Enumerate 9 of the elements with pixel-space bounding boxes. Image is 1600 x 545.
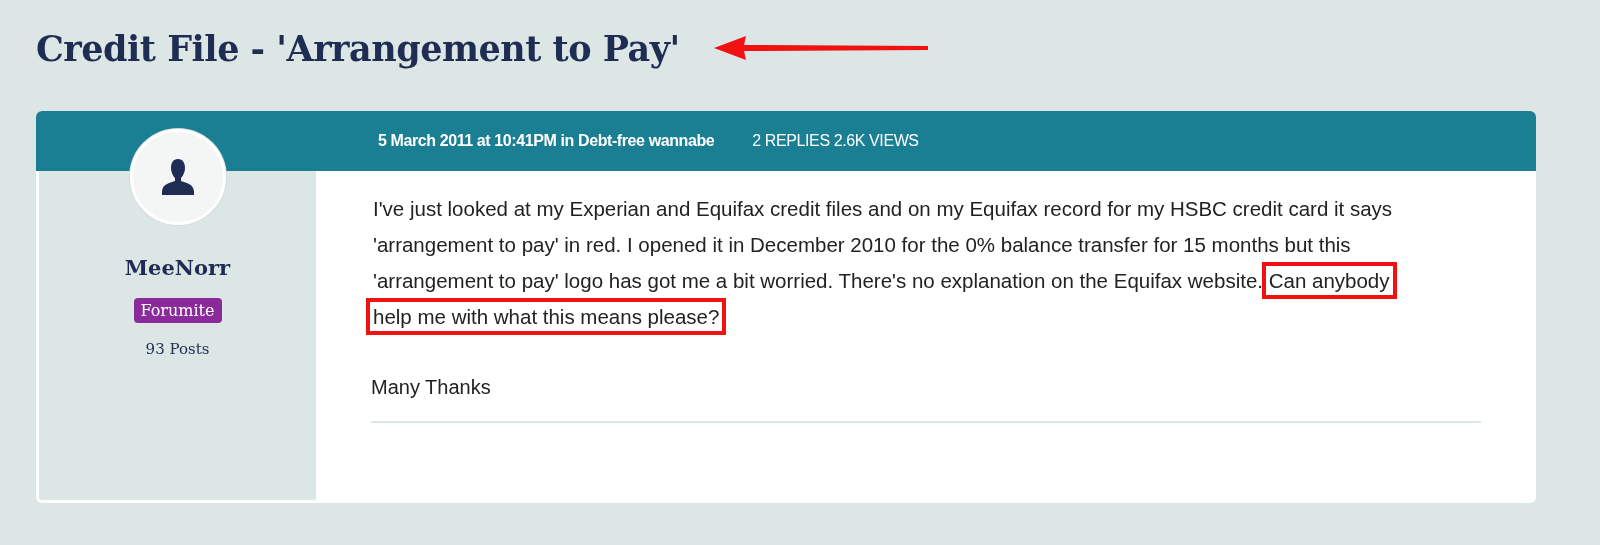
post-date: 5 March 2011 at 10:41PM in Debt-free wannabe bbox=[378, 132, 715, 150]
thread-title: Credit File - 'Arrangement to Pay' bbox=[36, 27, 680, 69]
user-silhouette-icon bbox=[160, 159, 195, 195]
author-name[interactable]: MeeNorr bbox=[124, 255, 231, 280]
post-paragraph: I've just looked at my Experian and Equifax credit files and on my Equifax record for my HSBC credit card it says 'arrangement to pay' in red. I opened it in December 2010 for the 0% balance transfer for 15 months but this 'arrangement to pay' logo has got me a bit worried. There's no explanation on the Equifax website. Can anybody help me with what this means please? bbox=[365, 183, 1421, 343]
post-signoff: Many Thanks bbox=[371, 375, 492, 399]
post-stats: 2 REPLIES 2.6K VIEWS bbox=[752, 132, 919, 150]
rank-badge: Forumite bbox=[133, 298, 222, 323]
post-count: 93 Posts bbox=[145, 340, 210, 358]
